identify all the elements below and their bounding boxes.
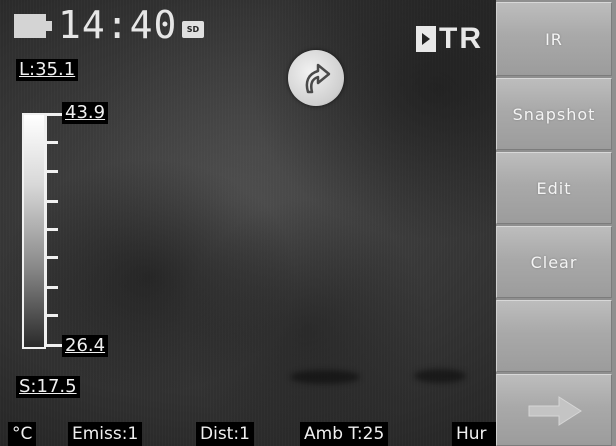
brand-mark-icon [416, 26, 436, 52]
small-temperature-readout: S:17.5 [16, 376, 80, 398]
scale-tick [44, 200, 58, 203]
battery-icon [14, 14, 52, 38]
scale-max-value: 43.9 [62, 102, 109, 124]
humidity-value[interactable]: Hur [452, 422, 498, 446]
large-temperature-readout: L:35.1 [16, 59, 79, 81]
next-button[interactable] [496, 374, 612, 446]
battery-cell [14, 14, 46, 38]
thermal-shadow [290, 370, 360, 384]
battery-tip [46, 21, 52, 31]
rotate-arrow-icon[interactable] [288, 50, 344, 106]
brand-logo: TR [416, 22, 483, 55]
ir-button[interactable]: IR [496, 2, 612, 76]
brand-text: TR [439, 22, 483, 55]
scale-tick [44, 344, 62, 347]
side-menu: IR Snapshot Edit Clear [496, 0, 616, 446]
scale-tick [44, 170, 58, 173]
scale-tick [44, 286, 58, 289]
thermal-camera-screen: 14:40 SD TR L:35.1 43.9 26.4 S:17.5 °C E… [0, 0, 616, 446]
emissivity-value[interactable]: Emiss:1 [68, 422, 143, 446]
scale-tick [44, 113, 62, 116]
scale-tick [44, 314, 58, 317]
scale-min-value: 26.4 [62, 335, 109, 357]
sd-card-icon: SD [182, 21, 204, 38]
arrow-right-icon [528, 396, 582, 426]
snapshot-button[interactable]: Snapshot [496, 78, 612, 150]
rotate-arrow-glyph [305, 63, 331, 94]
thermal-shadow [414, 369, 466, 383]
clear-button[interactable]: Clear [496, 226, 612, 298]
scale-tick [44, 141, 58, 144]
color-scale-bar [22, 113, 46, 349]
clock-time: 14:40 [58, 3, 178, 47]
scale-tick [44, 256, 58, 259]
ambient-temp-value[interactable]: Amb T:25 [300, 422, 389, 446]
blank-menu-button[interactable] [496, 300, 612, 372]
edit-button[interactable]: Edit [496, 152, 612, 224]
distance-value[interactable]: Dist:1 [196, 422, 254, 446]
scale-tick [44, 228, 58, 231]
parameter-bar: °C Emiss:1 Dist:1 Amb T:25 Hur [0, 420, 498, 446]
unit-label[interactable]: °C [8, 422, 37, 446]
